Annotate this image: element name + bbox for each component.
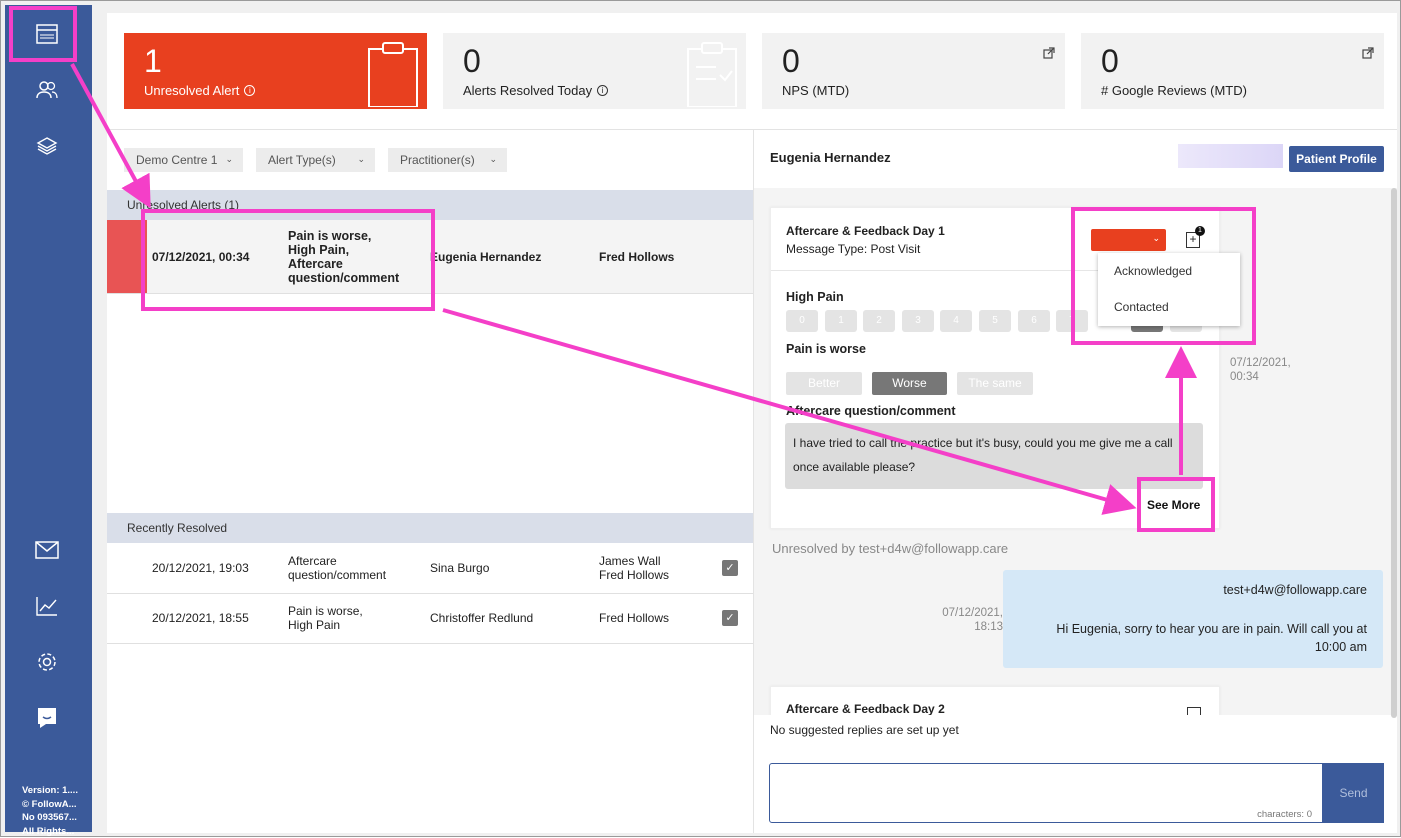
- kpi-unresolved-alert[interactable]: 1 Unresolved Alerti: [124, 33, 427, 109]
- resolved-checkbox[interactable]: ✓: [722, 560, 738, 576]
- alert-date: 20/12/2021, 18:55: [152, 611, 249, 625]
- filter-alert-type[interactable]: Alert Type(s)⌄: [256, 148, 375, 172]
- kpi-number: 0: [463, 43, 481, 80]
- kpi-label: Alerts Resolved Todayi: [463, 83, 608, 98]
- kpi-number: 0: [782, 43, 800, 80]
- redacted-info: [1178, 144, 1283, 168]
- option-better: Better: [786, 372, 862, 395]
- table-row[interactable]: 20/12/2021, 18:55 Pain is worse,High Pai…: [107, 594, 753, 644]
- info-icon: i: [244, 85, 255, 96]
- divider: [107, 129, 1397, 130]
- chevron-down-icon: ⌄: [489, 154, 497, 165]
- scrollbar[interactable]: [1391, 188, 1397, 718]
- question-aftercare-comment: Aftercare question/comment: [786, 404, 955, 418]
- pain-scale-option: 1: [825, 310, 857, 332]
- kpi-number: 0: [1101, 43, 1119, 80]
- sidebar: Version: 1.... © FollowA... No 093567...…: [5, 5, 92, 832]
- reply-input[interactable]: characters: 0: [769, 763, 1323, 823]
- external-link-icon[interactable]: [1043, 47, 1055, 59]
- filter-practitioner[interactable]: Practitioner(s)⌄: [388, 148, 507, 172]
- patient-name: Eugenia Hernandez: [430, 250, 541, 264]
- patient-name: Christoffer Redlund: [430, 611, 533, 625]
- question-high-pain: High Pain: [786, 290, 844, 304]
- layers-icon[interactable]: [32, 131, 62, 161]
- highlight-box: [9, 6, 77, 62]
- alert-date: 20/12/2021, 19:03: [152, 561, 249, 575]
- company-number-line: No 093567...: [22, 811, 90, 825]
- patients-icon[interactable]: [32, 75, 62, 105]
- mail-icon[interactable]: [32, 535, 62, 565]
- option-the-same: The same: [957, 372, 1033, 395]
- kpi-number: 1: [144, 43, 162, 80]
- version-info: Version: 1.... © FollowA... No 093567...…: [22, 784, 90, 838]
- kpi-label: # Google Reviews (MTD): [1101, 83, 1247, 98]
- unresolved-by-text: Unresolved by test+d4w@followapp.care: [772, 541, 1008, 556]
- pain-scale-option: 2: [863, 310, 895, 332]
- highlight-box: [1137, 477, 1215, 532]
- table-row[interactable]: 20/12/2021, 19:03 Aftercarequestion/comm…: [107, 543, 753, 594]
- message-title: Aftercare & Feedback Day 2: [786, 702, 945, 716]
- kpi-alerts-resolved-today[interactable]: 0 Alerts Resolved Todayi: [443, 33, 746, 109]
- kpi-google-reviews[interactable]: 0 # Google Reviews (MTD): [1081, 33, 1384, 109]
- rights-line: All Rights...: [22, 825, 90, 838]
- settings-icon[interactable]: [32, 647, 62, 677]
- kpi-label: NPS (MTD): [782, 83, 849, 98]
- external-link-icon[interactable]: [1362, 47, 1374, 59]
- patient-profile-button[interactable]: Patient Profile: [1289, 146, 1384, 172]
- practitioner-name: Fred Hollows: [599, 250, 674, 264]
- reply-timestamp: 07/12/2021,18:13: [933, 606, 1003, 634]
- pain-scale-option: 6: [1018, 310, 1050, 332]
- reply-text: Hi Eugenia, sorry to hear you are in pai…: [1027, 620, 1367, 656]
- chat-icon[interactable]: [32, 703, 62, 733]
- pain-scale-option: 5: [979, 310, 1011, 332]
- pain-scale-option: 4: [940, 310, 972, 332]
- highlight-box: [1071, 207, 1256, 345]
- main-panel: 1 Unresolved Alerti 0 Alerts Resolved To…: [107, 13, 1397, 833]
- detail-patient-name: Eugenia Hernandez: [770, 150, 891, 165]
- chevron-down-icon: ⌄: [225, 154, 233, 165]
- message-title: Aftercare & Feedback Day 1: [786, 224, 945, 238]
- message-timestamp: 07/12/2021,00:34: [1230, 356, 1291, 384]
- message-type: Message Type: Post Visit: [786, 242, 920, 256]
- filter-centre[interactable]: Demo Centre 1⌄: [124, 148, 243, 172]
- highlight-box: [141, 209, 435, 311]
- question-pain-worse: Pain is worse: [786, 342, 866, 356]
- kpi-label: Unresolved Alerti: [144, 83, 255, 98]
- option-worse-selected: Worse: [872, 372, 947, 395]
- send-button[interactable]: Send: [1323, 763, 1384, 823]
- character-count: characters: 0: [1257, 809, 1312, 820]
- staff-reply-bubble: test+d4w@followapp.care Hi Eugenia, sorr…: [1003, 570, 1383, 668]
- practitioner-names: James WallFred Hollows: [599, 554, 669, 582]
- suggested-replies-text: No suggested replies are set up yet: [770, 723, 959, 737]
- pain-scale-option: 3: [902, 310, 934, 332]
- copyright-line: © FollowA...: [22, 798, 90, 812]
- reply-sender: test+d4w@followapp.care: [1223, 583, 1367, 597]
- clipboard-check-icon: [686, 39, 738, 107]
- message-card: Aftercare & Feedback Day 2: [770, 686, 1220, 716]
- analytics-icon[interactable]: [32, 591, 62, 621]
- resolved-header: Recently Resolved: [107, 513, 753, 543]
- practitioner-name: Fred Hollows: [599, 611, 669, 625]
- clipboard-icon: [367, 39, 419, 107]
- version-line: Version: 1....: [22, 784, 90, 798]
- alert-types: Pain is worse,High Pain: [288, 604, 363, 632]
- chevron-down-icon: ⌄: [357, 154, 365, 165]
- patient-name: Sina Burgo: [430, 561, 489, 575]
- pain-scale-option: 0: [786, 310, 818, 332]
- kpi-nps[interactable]: 0 NPS (MTD): [762, 33, 1065, 109]
- resolved-checkbox[interactable]: ✓: [722, 610, 738, 626]
- info-icon: i: [597, 85, 608, 96]
- alert-types: Aftercarequestion/comment: [288, 554, 386, 582]
